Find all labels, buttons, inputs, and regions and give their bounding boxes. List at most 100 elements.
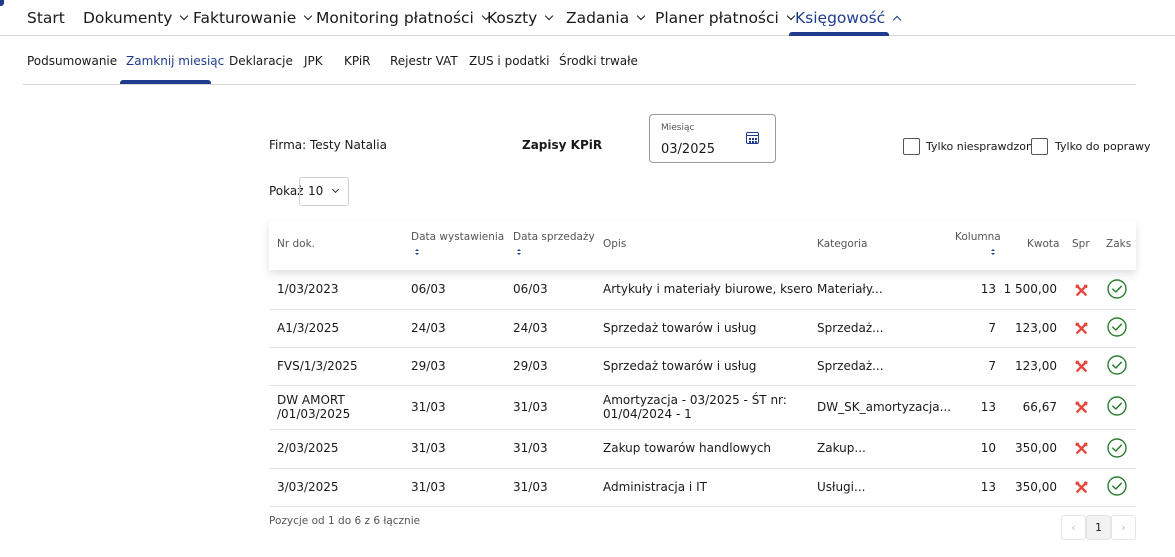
nav-item-zadania[interactable]: Zadania [566, 0, 646, 36]
check-circle-icon[interactable] [1107, 355, 1127, 375]
nav-active-underline [789, 32, 889, 36]
tab-rejestr-vat[interactable]: Rejestr VAT [390, 37, 458, 84]
tab-zamknij-miesiac[interactable]: Zamknij miesiąc [126, 37, 224, 84]
next-page-button[interactable]: › [1111, 515, 1136, 540]
nav-label: Księgowość [795, 9, 886, 27]
top-navigation: Start Dokumenty Fakturowanie Monitoring … [0, 0, 1175, 36]
chevron-left-icon: ‹ [1071, 521, 1076, 534]
prev-page-button[interactable]: ‹ [1061, 515, 1086, 540]
chevron-right-icon: › [1121, 521, 1126, 534]
header-nr[interactable]: Nr dok. [277, 238, 315, 250]
nav-label: Fakturowanie [193, 9, 297, 27]
header-opis[interactable]: Opis [603, 238, 626, 250]
cell-nr-line1: DW AMORT [277, 393, 345, 407]
cell-data-sprzedazy: 31/03 [513, 480, 548, 494]
sort-icon[interactable] [991, 249, 996, 255]
cell-data-sprzedazy: 24/03 [513, 321, 548, 335]
table-row[interactable]: 2/03/2025 31/03 31/03 Zakup towarów hand… [269, 430, 1136, 469]
cell-kategoria: Materiały... [817, 282, 883, 296]
header-kategoria[interactable]: Kategoria [817, 238, 867, 250]
check-circle-icon[interactable] [1107, 476, 1127, 496]
tab-podsumowanie[interactable]: Podsumowanie [27, 37, 117, 84]
tools-icon[interactable] [1075, 481, 1088, 494]
table-row[interactable]: 1/03/2023 06/03 06/03 Artykuły i materia… [269, 270, 1136, 310]
cell-opis: Sprzedaż towarów i usług [603, 321, 757, 335]
cell-data-wystawienia: 24/03 [411, 321, 446, 335]
table-row[interactable]: A1/3/2025 24/03 24/03 Sprzedaż towarów i… [269, 310, 1136, 348]
chevron-down-icon [636, 11, 646, 21]
check-circle-icon[interactable] [1107, 317, 1127, 337]
cell-kategoria: Sprzedaż... [817, 321, 884, 335]
only-unchecked-label: Tylko niesprawdzone [926, 140, 1040, 153]
cell-data-wystawienia: 31/03 [411, 441, 446, 455]
cell-opis-line1: Amortyzacja - 03/2025 - ŚT nr: [603, 393, 787, 407]
cell-opis: Sprzedaż towarów i usług [603, 359, 757, 373]
cell-data-wystawienia: 29/03 [411, 359, 446, 373]
nav-item-start[interactable]: Start [27, 0, 65, 36]
tab-label: Środki trwałe [559, 53, 638, 68]
header-kolumna[interactable]: Kolumna [955, 231, 1001, 243]
month-picker[interactable]: Miesiąc 03/2025 [649, 114, 776, 163]
cell-kwota: 350,00 [1015, 480, 1057, 494]
tools-icon[interactable] [1075, 322, 1088, 335]
page-size-select[interactable]: 10 [299, 177, 349, 206]
cell-opis: Zakup towarów handlowych [603, 441, 772, 455]
tab-jpk[interactable]: JPK [304, 37, 323, 84]
chevron-down-icon [303, 11, 313, 21]
tab-kpir[interactable]: KPiR [344, 37, 371, 84]
page-size-value: 10 [308, 184, 324, 198]
calendar-icon[interactable] [746, 132, 759, 144]
tab-label: Rejestr VAT [390, 53, 458, 68]
table-header: Nr dok. Data wystawienia Data sprzedaży … [269, 221, 1136, 270]
nav-item-koszty[interactable]: Koszty [487, 0, 554, 36]
header-zaks[interactable]: Zaks [1106, 238, 1131, 250]
tools-icon[interactable] [1075, 401, 1088, 414]
cell-nr: 2/03/2025 [277, 441, 339, 455]
sub-navigation: Podsumowanie Zamknij miesiąc Deklaracje … [23, 37, 1136, 85]
only-unchecked-checkbox[interactable] [903, 138, 920, 155]
tools-icon[interactable] [1075, 442, 1088, 455]
only-to-fix-label: Tylko do poprawy [1055, 140, 1151, 153]
cell-nr: 3/03/2025 [277, 480, 339, 494]
cell-kategoria: Sprzedaż... [817, 359, 884, 373]
tab-srodki-trwale[interactable]: Środki trwałe [559, 37, 638, 84]
chevron-down-icon [545, 11, 554, 21]
header-data-wystawienia[interactable]: Data wystawienia [411, 231, 504, 243]
tab-label: KPiR [344, 53, 371, 68]
nav-label: Zadania [566, 9, 630, 27]
tab-deklaracje[interactable]: Deklaracje [229, 37, 293, 84]
cell-data-wystawienia: 31/03 [411, 480, 446, 494]
cell-kolumna: 13 [980, 400, 996, 414]
only-to-fix-checkbox[interactable] [1031, 138, 1048, 155]
cell-kwota: 66,67 [1022, 400, 1057, 414]
nav-item-monitoring[interactable]: Monitoring płatności [316, 0, 491, 36]
nav-item-planer[interactable]: Planer płatności [655, 0, 796, 36]
cell-data-sprzedazy: 06/03 [513, 282, 548, 296]
header-data-sprzedazy[interactable]: Data sprzedaży [513, 231, 595, 243]
cell-data-wystawienia: 31/03 [411, 400, 446, 414]
cell-opis: Artykuły i materiały biurowe, ksero [603, 282, 813, 296]
table-row[interactable]: DW AMORT /01/03/2025 31/03 31/03 Amortyz… [269, 386, 1136, 430]
header-spr[interactable]: Spr [1072, 238, 1090, 250]
tab-label: JPK [304, 53, 323, 68]
nav-item-fakturowanie[interactable]: Fakturowanie [193, 0, 313, 36]
cell-kolumna: 13 [980, 480, 996, 494]
tools-icon[interactable] [1075, 284, 1088, 297]
tab-zus-i-podatki[interactable]: ZUS i podatki [469, 37, 550, 84]
nav-item-dokumenty[interactable]: Dokumenty [83, 0, 189, 36]
nav-item-ksiegowosc[interactable]: Księgowość [795, 0, 902, 36]
page-1-button[interactable]: 1 [1086, 515, 1111, 540]
tools-icon[interactable] [1075, 360, 1088, 373]
header-kwota[interactable]: Kwota [1027, 238, 1059, 250]
sort-icon[interactable] [517, 249, 522, 255]
cell-kwota: 123,00 [1015, 359, 1057, 373]
check-circle-icon[interactable] [1107, 396, 1127, 416]
check-circle-icon[interactable] [1107, 279, 1127, 299]
table-row[interactable]: FVS/1/3/2025 29/03 29/03 Sprzedaż towaró… [269, 348, 1136, 386]
check-circle-icon[interactable] [1107, 438, 1127, 458]
table-row[interactable]: 3/03/2025 31/03 31/03 Administracja i IT… [269, 469, 1136, 507]
month-label: Miesiąc [661, 123, 695, 133]
cell-nr: FVS/1/3/2025 [277, 359, 358, 373]
sort-icon[interactable] [415, 249, 420, 255]
page-number: 1 [1095, 521, 1102, 534]
